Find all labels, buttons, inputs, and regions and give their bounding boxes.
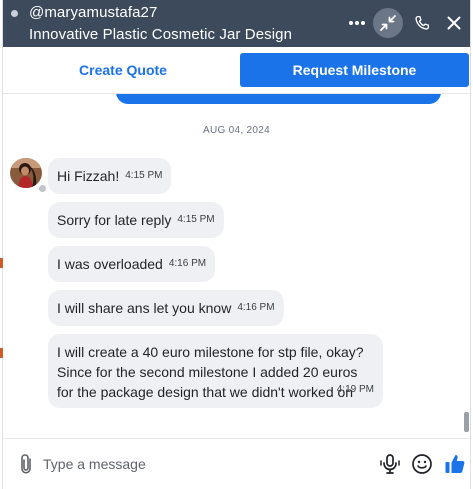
message-bubble: Sorry for late reply 4:15 PM bbox=[48, 202, 224, 238]
avatar[interactable] bbox=[10, 158, 42, 188]
request-milestone-button[interactable]: Request Milestone bbox=[240, 53, 469, 87]
message-composer bbox=[3, 438, 470, 489]
message-time: 4:15 PM bbox=[125, 170, 163, 181]
microphone-icon[interactable] bbox=[379, 453, 401, 475]
minimize-icon bbox=[380, 15, 396, 31]
message-time: 4:16 PM bbox=[168, 258, 207, 269]
chat-header: @maryamustafa27 Innovative Plastic Cosme… bbox=[3, 0, 470, 47]
message-bubble: I will share ans let you know 4:16 PM bbox=[48, 290, 284, 326]
chat-window: @maryamustafa27 Innovative Plastic Cosme… bbox=[3, 0, 470, 489]
emoji-icon[interactable] bbox=[411, 453, 433, 475]
chat-username[interactable]: @maryamustafa27 bbox=[29, 4, 157, 21]
previous-outgoing-message bbox=[116, 94, 441, 104]
minimize-button[interactable] bbox=[373, 8, 403, 38]
avatar-photo bbox=[10, 158, 42, 188]
close-icon bbox=[447, 16, 461, 30]
message-text: I was overloaded bbox=[57, 256, 163, 272]
message-bubble: I will create a 40 euro milestone for st… bbox=[48, 334, 383, 408]
message-list[interactable]: AUG 04, 2024 Hi Fizzah! 4:15 PM Sorry fo… bbox=[3, 94, 470, 436]
close-button[interactable] bbox=[439, 8, 469, 38]
message-text: I will create a 40 euro milestone for st… bbox=[57, 344, 368, 400]
page-edge-mark bbox=[0, 258, 3, 268]
message-time: 4:15 PM bbox=[177, 214, 215, 225]
thumbs-up-icon[interactable] bbox=[443, 452, 467, 476]
action-bar: Create Quote Request Milestone bbox=[3, 47, 470, 94]
project-title: Innovative Plastic Cosmetic Jar Design bbox=[29, 26, 293, 43]
message-time: 4:19 PM bbox=[336, 384, 374, 395]
date-separator: AUG 04, 2024 bbox=[203, 125, 270, 136]
message-bubble: Hi Fizzah! 4:15 PM bbox=[48, 158, 172, 194]
message-text: I will share ans let you know bbox=[57, 300, 232, 316]
paperclip-icon[interactable] bbox=[16, 453, 36, 475]
call-button[interactable] bbox=[407, 8, 437, 38]
message-time: 4:16 PM bbox=[237, 302, 275, 313]
phone-icon bbox=[415, 15, 430, 30]
message-text: Hi Fizzah! bbox=[57, 168, 120, 184]
create-quote-button[interactable]: Create Quote bbox=[17, 53, 229, 87]
more-icon bbox=[349, 21, 365, 25]
scrollbar[interactable] bbox=[464, 412, 469, 432]
message-input[interactable] bbox=[41, 451, 375, 477]
avatar-status-dot bbox=[38, 184, 47, 193]
message-bubble: I was overloaded 4:16 PM bbox=[48, 246, 216, 282]
message-text: Sorry for late reply bbox=[57, 212, 172, 228]
online-status-dot bbox=[11, 10, 18, 17]
page-edge-mark bbox=[0, 348, 3, 358]
more-options-button[interactable] bbox=[342, 8, 372, 38]
